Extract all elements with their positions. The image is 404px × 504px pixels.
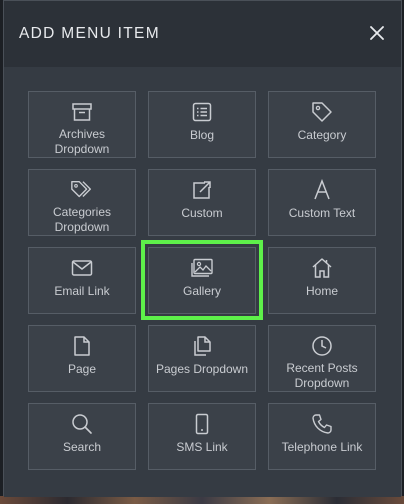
menu-item-label: Blog: [189, 128, 215, 142]
menu-item-recent-posts-dropdown[interactable]: Recent Posts Dropdown: [268, 325, 376, 392]
menu-item-custom-text[interactable]: Custom Text: [268, 169, 376, 236]
modal-title: ADD MENU ITEM: [19, 25, 160, 42]
menu-item-blog[interactable]: Blog: [148, 91, 256, 158]
add-menu-item-modal: ADD MENU ITEM Archives Dropdown Blog Cat…: [3, 0, 402, 497]
menu-item-categories-dropdown[interactable]: Categories Dropdown: [28, 169, 136, 236]
external-link-icon: [190, 178, 214, 202]
menu-item-home[interactable]: Home: [268, 247, 376, 314]
menu-item-label: Email Link: [54, 284, 110, 298]
menu-item-pages-dropdown[interactable]: Pages Dropdown: [148, 325, 256, 392]
menu-item-label: Archives Dropdown: [54, 127, 110, 156]
tags-icon: [70, 178, 94, 201]
menu-item-label: Category: [297, 128, 347, 142]
list-icon: [190, 100, 214, 124]
menu-item-label: Pages Dropdown: [155, 362, 249, 376]
menu-item-label: Home: [305, 284, 338, 298]
menu-item-email-link[interactable]: Email Link: [28, 247, 136, 314]
tag-icon: [310, 100, 334, 124]
menu-item-label: Telephone Link: [281, 440, 363, 454]
menu-item-telephone-link[interactable]: Telephone Link: [268, 403, 376, 470]
archive-icon: [70, 100, 94, 123]
text-a-icon: [310, 178, 334, 202]
menu-item-label: Categories Dropdown: [52, 205, 112, 234]
background-strip: [0, 496, 404, 504]
menu-item-grid: Archives Dropdown Blog Category Categori…: [4, 67, 401, 497]
mobile-icon: [190, 412, 214, 436]
menu-item-label: Custom: [181, 206, 223, 220]
modal-header: ADD MENU ITEM: [4, 1, 401, 67]
menu-item-label: SMS Link: [176, 440, 228, 454]
envelope-icon: [70, 256, 94, 280]
close-icon: [370, 26, 384, 40]
menu-item-gallery[interactable]: Gallery: [148, 247, 256, 314]
menu-item-label: Search: [62, 440, 102, 454]
menu-item-search[interactable]: Search: [28, 403, 136, 470]
images-icon: [190, 256, 214, 280]
files-icon: [190, 334, 214, 358]
menu-item-archives-dropdown[interactable]: Archives Dropdown: [28, 91, 136, 158]
clock-icon: [310, 334, 334, 357]
home-icon: [310, 256, 334, 280]
menu-item-category[interactable]: Category: [268, 91, 376, 158]
menu-item-page[interactable]: Page: [28, 325, 136, 392]
menu-item-label: Custom Text: [288, 206, 356, 220]
menu-item-label: Gallery: [182, 284, 221, 298]
close-button[interactable]: [367, 23, 387, 43]
menu-item-label: Page: [67, 362, 97, 376]
menu-item-custom[interactable]: Custom: [148, 169, 256, 236]
search-icon: [70, 412, 94, 436]
menu-item-sms-link[interactable]: SMS Link: [148, 403, 256, 470]
menu-item-label: Recent Posts Dropdown: [286, 361, 358, 390]
phone-icon: [310, 412, 334, 436]
file-icon: [70, 334, 94, 358]
